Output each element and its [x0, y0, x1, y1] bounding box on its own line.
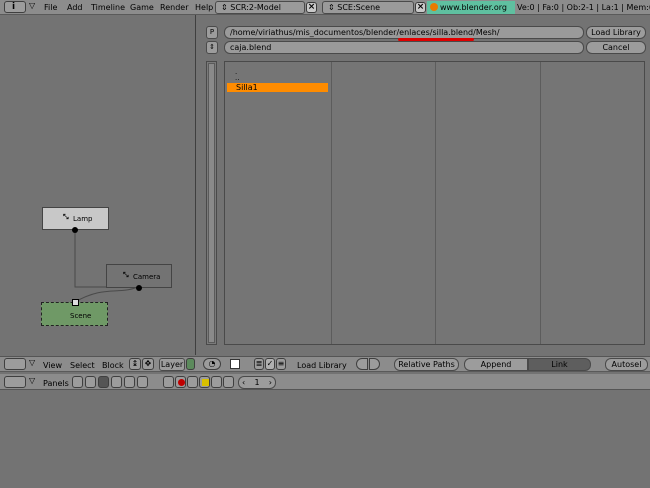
sort-size-icon[interactable]: ≡ — [276, 358, 286, 370]
screen-selector[interactable]: ⇕ SCR:2-Model — [215, 1, 305, 14]
editing-context-icon[interactable] — [124, 376, 135, 388]
file-list-scrollbar[interactable] — [206, 61, 217, 345]
camera-node-icon: ⤡ — [123, 271, 129, 279]
file-menu-button[interactable]: ⇕ — [206, 41, 218, 54]
panels-label: Panels — [43, 379, 69, 388]
file-item-selected[interactable]: Silla1 — [227, 83, 328, 92]
camera-node[interactable]: ⤡ Camera — [106, 264, 172, 291]
info-icon[interactable]: i — [4, 1, 26, 13]
scene-node-socket — [72, 299, 79, 306]
filebrowser-editor-type-icon[interactable]: ◔ — [203, 358, 221, 370]
frame-decrement-icon[interactable]: ‹ — [242, 377, 245, 388]
camera-node-socket — [136, 285, 142, 291]
scrollbar-thumb[interactable] — [208, 63, 215, 343]
lamp-node[interactable]: ⤡ Lamp — [42, 207, 109, 233]
cancel-button[interactable]: Cancel — [586, 41, 646, 54]
menu-arrow-icon[interactable]: ▽ — [29, 1, 35, 10]
panels-menu-arrow-icon[interactable]: ▽ — [29, 376, 35, 385]
scene-context-icon[interactable] — [137, 376, 148, 388]
editor-type-icon[interactable] — [4, 358, 26, 370]
file-column-3 — [435, 62, 541, 344]
parent-dir-button[interactable]: P — [206, 26, 218, 39]
menu-timeline[interactable]: Timeline — [91, 3, 125, 12]
screen-icon: ⇕ — [221, 3, 231, 12]
frame-number-field[interactable]: ‹ 1 › — [238, 376, 276, 389]
layer-lock-icon[interactable] — [186, 358, 195, 370]
oops-menu-arrow-icon[interactable]: ▽ — [29, 358, 35, 367]
buttons-window — [0, 391, 650, 488]
autosel-button[interactable]: Autosel — [605, 358, 648, 371]
object-context-icon[interactable] — [111, 376, 122, 388]
top-menu-bar: i ▽ File Add Timeline Game Render Help ⇕… — [0, 0, 650, 25]
screen-delete-button[interactable]: × — [306, 2, 317, 13]
sort-checkbox[interactable] — [230, 359, 240, 369]
menu-file[interactable]: File — [44, 3, 57, 12]
menu-view[interactable]: View — [43, 361, 62, 370]
menu-render[interactable]: Render — [160, 3, 188, 12]
frame-increment-icon[interactable]: › — [269, 377, 272, 388]
scene-stats: Ve:0 | Fa:0 | Ob:2-1 | La:1 | Mem:6 — [517, 3, 650, 12]
menu-add[interactable]: Add — [67, 3, 83, 12]
file-browser: P /home/viriathus/mis_documentos/blender… — [197, 15, 650, 355]
scene-delete-button[interactable]: × — [415, 2, 426, 13]
outliner-view[interactable]: ⤡ Lamp ⤡ Camera Scene — [0, 15, 196, 355]
scene-node[interactable]: Scene — [41, 299, 108, 326]
world-subcontext-icon-2[interactable] — [223, 376, 234, 388]
lamp-subcontext-icon[interactable] — [163, 376, 174, 388]
file-item-parent-dir[interactable]: .. — [235, 74, 239, 82]
buttons-editor-type-icon[interactable] — [4, 376, 26, 388]
menu-game[interactable]: Game — [130, 3, 154, 12]
file-column-2 — [331, 62, 436, 344]
radiosity-subcontext-icon[interactable] — [199, 376, 210, 388]
pan-icon[interactable]: ✥ — [142, 358, 154, 370]
menu-block[interactable]: Block — [102, 361, 124, 370]
annotation-underline-path — [398, 38, 474, 41]
file-column-1 — [225, 62, 332, 344]
link-button[interactable]: Link — [528, 358, 591, 371]
file-list: . .. Silla1 — [224, 61, 645, 345]
relative-paths-toggle[interactable]: Relative Paths — [394, 358, 459, 371]
material-subcontext-icon[interactable] — [175, 376, 186, 388]
sort-time-icon[interactable]: ✓ — [265, 358, 275, 370]
blender-logo-icon — [430, 3, 438, 11]
texture-subcontext-icon[interactable] — [187, 376, 198, 388]
world-subcontext-icon[interactable] — [211, 376, 222, 388]
zoom-icon[interactable]: ↨ — [129, 358, 141, 370]
menu-help[interactable]: Help — [195, 3, 213, 12]
scene-selector[interactable]: ⇕ SCE:Scene — [322, 1, 414, 14]
lamp-node-socket — [72, 227, 78, 233]
sort-alpha-icon[interactable]: ≣ — [254, 358, 264, 370]
filename-field[interactable]: caja.blend — [224, 41, 584, 54]
scene-icon: ⇕ — [328, 3, 338, 12]
load-library-label: Load Library — [297, 361, 347, 370]
menu-select[interactable]: Select — [70, 361, 95, 370]
blender-url-badge[interactable]: www.blender.org 237 — [427, 1, 515, 25]
hide-dot-files-icon[interactable] — [356, 358, 368, 370]
logic-context-icon[interactable] — [72, 376, 83, 388]
load-library-button[interactable]: Load Library — [586, 26, 646, 39]
script-context-icon[interactable] — [85, 376, 96, 388]
layer-button[interactable]: Layer — [159, 358, 185, 371]
shading-context-icon[interactable] — [98, 376, 109, 388]
lamp-node-icon: ⤡ — [63, 213, 69, 221]
append-button[interactable]: Append — [464, 358, 528, 371]
